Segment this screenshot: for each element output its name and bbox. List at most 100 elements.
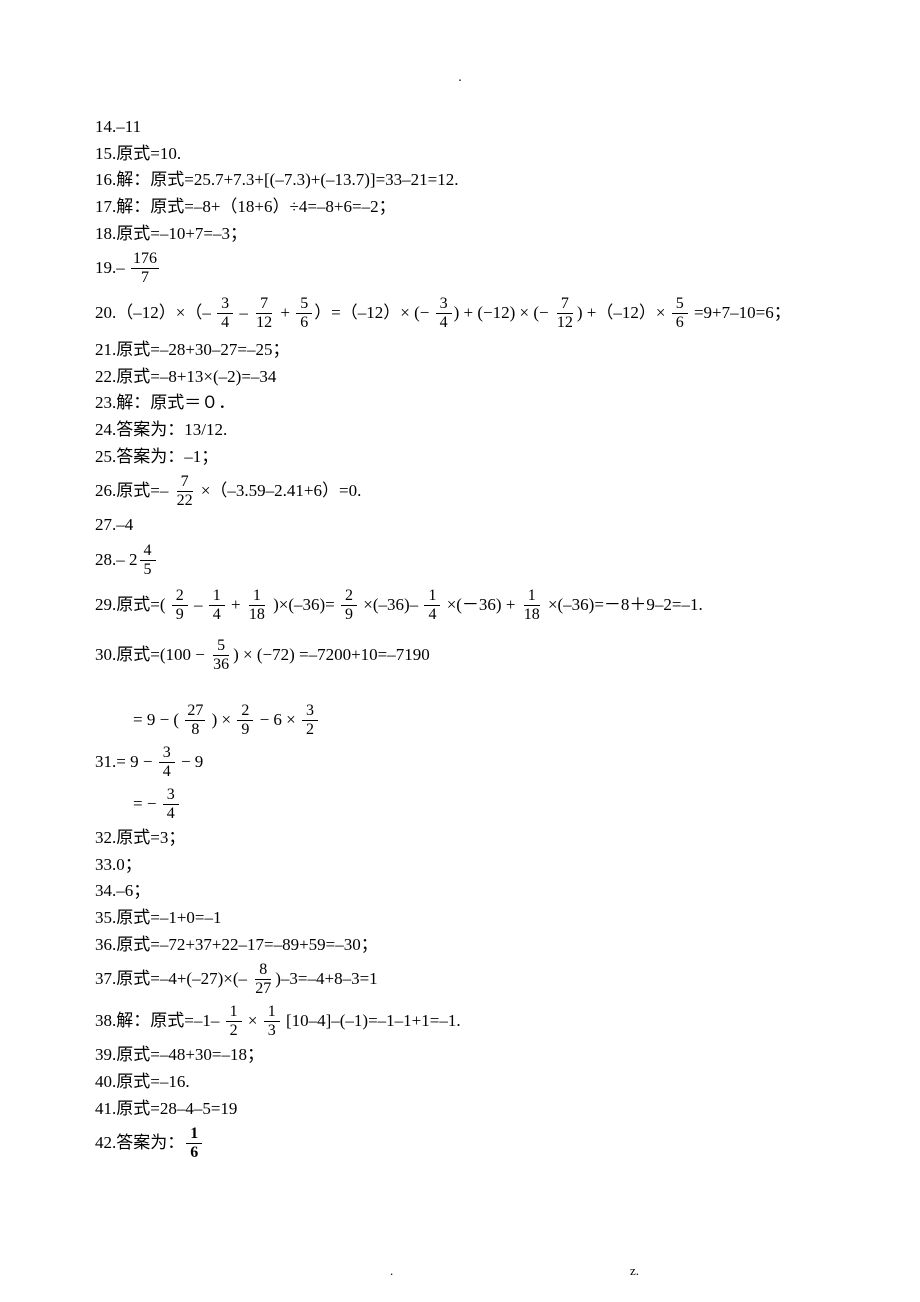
item-22-text: 22.原式=–8+13×(–2)=–34 — [95, 365, 276, 390]
item-20-seg6: ) +（–12）× — [577, 301, 670, 326]
item-20-frac2: 712 — [254, 296, 274, 331]
item-20-seg5: ) + (−12) × (− — [454, 301, 553, 326]
item-31-step1-seg2: ) × — [207, 708, 235, 733]
footer-dot: . — [390, 1262, 393, 1281]
item-42: 42.答案为： 16 — [95, 1123, 830, 1163]
item-31-step1-seg3: − 6 × — [255, 708, 300, 733]
item-38-seg3: [10–4]–(–1)=–1–1+1=–1. — [282, 1009, 461, 1034]
item-25: 25.答案为：–1； — [95, 445, 830, 470]
item-26-seg1: 26.原式=– — [95, 479, 173, 504]
item-20-frac1: 34 — [217, 296, 233, 331]
item-31-step1-block: = 9 − ( 278 ) × 29 − 6 × 32 — [133, 700, 830, 742]
frac-den: 22 — [175, 492, 195, 509]
item-26-frac: 722 — [175, 474, 195, 509]
frac-num: 1 — [226, 1004, 242, 1022]
frac-den: 12 — [555, 314, 575, 331]
item-29-frac1: 29 — [172, 588, 188, 623]
item-32-text: 32.原式=3； — [95, 826, 185, 851]
item-35-text: 35.原式=–1+0=–1 — [95, 906, 222, 931]
item-42-frac: 16 — [186, 1126, 202, 1161]
frac-den: 7 — [137, 269, 153, 286]
frac-den: 9 — [341, 606, 357, 623]
item-22: 22.原式=–8+13×(–2)=–34 — [95, 365, 830, 390]
item-37-frac: 827 — [253, 962, 273, 997]
item-28: 28.– 2 45 — [95, 540, 830, 580]
frac-num: 2 — [237, 703, 253, 721]
footer-z: z. — [630, 1262, 639, 1281]
frac-num: 4 — [140, 543, 156, 561]
item-29-frac2: 14 — [209, 588, 225, 623]
item-29-seg5: ×(–36)– — [359, 593, 422, 618]
item-41: 41.原式=28–4–5=19 — [95, 1097, 830, 1122]
item-31-step3-frac: 34 — [163, 787, 179, 822]
item-40: 40.原式=–16. — [95, 1070, 830, 1095]
item-20-seg2: – — [235, 301, 252, 326]
item-29-seg2: – — [190, 593, 207, 618]
item-37-seg1: 37.原式=–4+(–27)×(– — [95, 967, 251, 992]
frac-den: 9 — [237, 721, 253, 738]
frac-num: 1 — [524, 588, 540, 606]
item-20-frac4: 34 — [436, 296, 452, 331]
item-30-seg2: ) × (−72) =–7200+10=–7190 — [233, 643, 430, 668]
frac-num: 1 — [264, 1004, 280, 1022]
frac-den: 12 — [254, 314, 274, 331]
item-27-text: 27.–4 — [95, 513, 133, 538]
answer-key-body: 14.–11 15.原式=10. 16.解：原式=25.7+7.3+[(–7.3… — [95, 115, 830, 1163]
item-25-text: 25.答案为：–1； — [95, 445, 218, 470]
item-33-text: 33.0； — [95, 853, 142, 878]
frac-den: 5 — [140, 561, 156, 578]
item-29-frac3: 118 — [247, 588, 267, 623]
item-31-step3: = − 34 — [133, 784, 830, 824]
item-31-step1-seg1: = 9 − ( — [133, 708, 183, 733]
item-20-seg4: ）=（–12）× (− — [314, 301, 433, 326]
frac-num: 2 — [341, 588, 357, 606]
item-40-text: 40.原式=–16. — [95, 1070, 190, 1095]
item-29-seg6: ×(－36) + — [442, 593, 519, 618]
item-30: 30.原式=(100 − 536 ) × (−72) =–7200+10=–71… — [95, 630, 830, 680]
item-29-seg1: 29.原式=( — [95, 593, 170, 618]
item-29-seg7: ×(–36)=－8＋9–2=–1. — [544, 593, 703, 618]
item-31-step2: 31.= 9 − 34 − 9 — [95, 742, 830, 782]
item-29: 29.原式=( 29 – 14 + 118 )×(–36)= 29 ×(–36)… — [95, 582, 830, 628]
frac-den: 27 — [253, 980, 273, 997]
item-31-step3-block: = − 34 — [133, 784, 830, 826]
item-31-step2-frac: 34 — [159, 745, 175, 780]
item-31-step1: = 9 − ( 278 ) × 29 − 6 × 32 — [133, 700, 830, 740]
item-38-frac1: 12 — [226, 1004, 242, 1039]
item-29-frac5: 14 — [424, 588, 440, 623]
frac-den: 36 — [211, 656, 231, 673]
frac-num: 3 — [159, 745, 175, 763]
item-21-text: 21.原式=–28+30–27=–25； — [95, 338, 290, 363]
item-26: 26.原式=– 722 ×（–3.59–2.41+6）=0. — [95, 471, 830, 511]
item-38-seg1: 38.解：原式=–1– — [95, 1009, 224, 1034]
frac-num: 3 — [436, 296, 452, 314]
item-20: 20.（–12）×（– 34 – 712 + 56 ）=（–12）× (− 34… — [95, 290, 830, 336]
frac-den: 3 — [264, 1022, 280, 1039]
frac-den: 6 — [296, 314, 312, 331]
frac-num: 5 — [672, 296, 688, 314]
frac-den: 6 — [672, 314, 688, 331]
item-15: 15.原式=10. — [95, 142, 830, 167]
item-17-text: 17.解：原式=–8+（18+6）÷4=–8+6=–2； — [95, 195, 396, 220]
frac-num: 1 — [186, 1126, 202, 1144]
item-14-text: 14.–11 — [95, 115, 141, 140]
frac-den: 4 — [217, 314, 233, 331]
frac-num: 3 — [163, 787, 179, 805]
item-32: 32.原式=3； — [95, 826, 830, 851]
item-38-seg2: × — [244, 1009, 262, 1034]
item-20-frac5: 712 — [555, 296, 575, 331]
frac-num: 7 — [177, 474, 193, 492]
item-41-text: 41.原式=28–4–5=19 — [95, 1097, 237, 1122]
item-16: 16.解：原式=25.7+7.3+[(–7.3)+(–13.7)]=33–21=… — [95, 168, 830, 193]
item-37: 37.原式=–4+(–27)×(– 827 )–3=–4+8–3=1 — [95, 959, 830, 999]
item-24-text: 24.答案为：13/12. — [95, 418, 227, 443]
frac-num: 8 — [255, 962, 271, 980]
item-18-text: 18.原式=–10+7=–3； — [95, 222, 247, 247]
frac-den: 4 — [436, 314, 452, 331]
item-29-frac4: 29 — [341, 588, 357, 623]
frac-den: 4 — [159, 763, 175, 780]
item-34: 34.–6； — [95, 879, 830, 904]
item-37-seg2: )–3=–4+8–3=1 — [275, 967, 377, 992]
frac-den: 18 — [247, 606, 267, 623]
frac-num: 7 — [557, 296, 573, 314]
